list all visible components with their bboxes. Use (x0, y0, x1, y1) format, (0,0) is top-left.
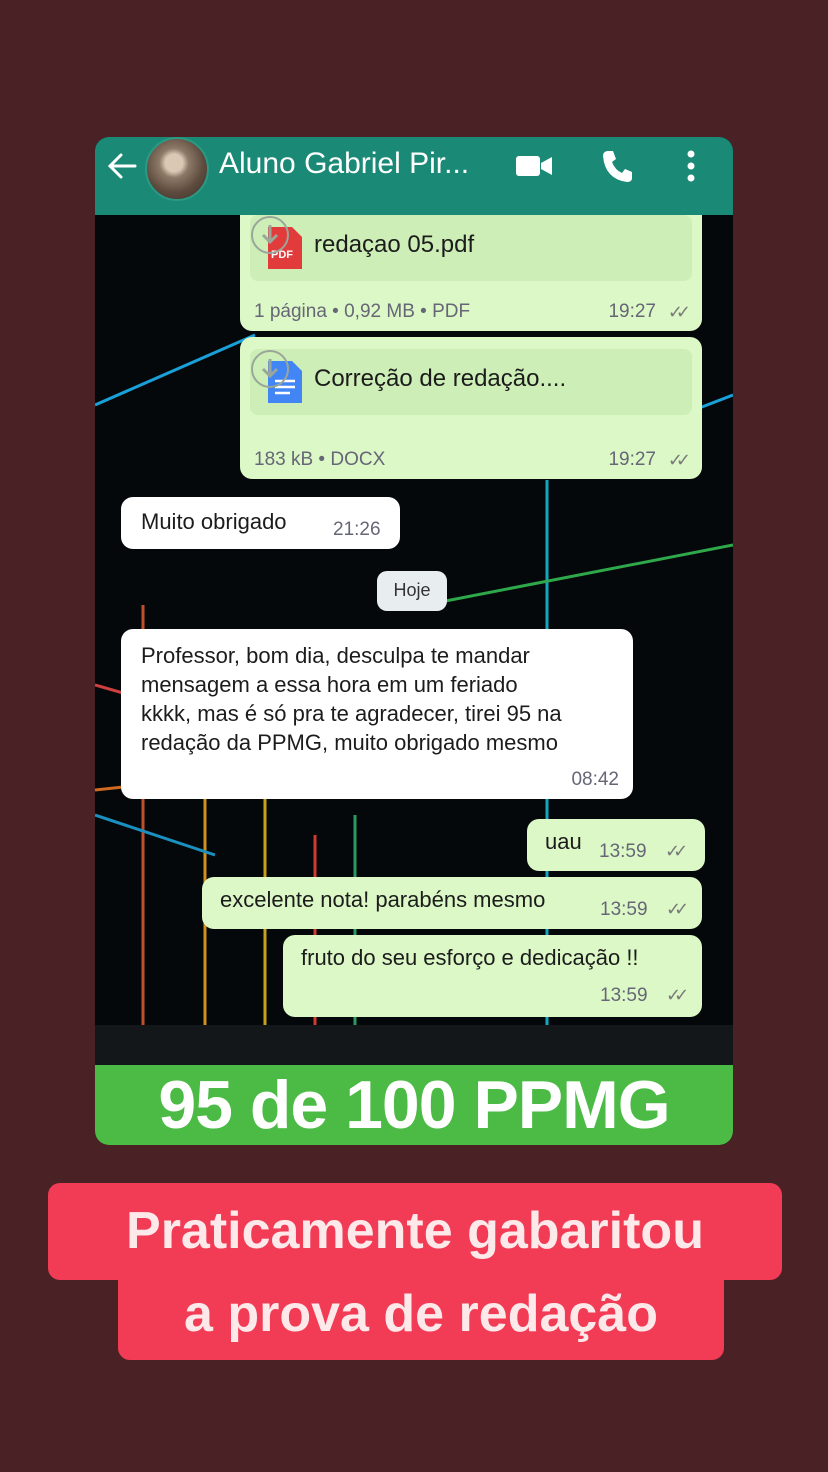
message-text-line: mensagem a essa hora em um feriado (141, 672, 518, 697)
message-time: 13:59 (600, 985, 648, 1006)
read-ticks-icon: ✓✓ (667, 450, 691, 470)
document-meta: 1 página • 0,92 MB • PDF (254, 301, 471, 322)
incoming-message[interactable]: Professor, bom dia, desculpa te mandar m… (121, 629, 633, 799)
read-ticks-icon: ✓✓ (666, 985, 689, 1005)
chat-screenshot: Aluno Gabriel Pir... PDF redaçao 05.pdf … (95, 137, 733, 1145)
download-icon[interactable] (250, 349, 290, 389)
message-text: Muito obrigado (141, 509, 287, 534)
message-text: fruto do seu esforço e dedicação !! (301, 945, 639, 970)
message-time: 13:59 (599, 841, 647, 862)
more-vert-icon[interactable] (685, 149, 697, 183)
document-message[interactable]: PDF redaçao 05.pdf 1 página • 0,92 MB • … (240, 215, 702, 331)
incoming-message[interactable]: Muito obrigado 21:26 (121, 497, 400, 549)
outgoing-message[interactable]: excelente nota! parabéns mesmo 13:59 ✓✓ (202, 877, 702, 929)
chat-header: Aluno Gabriel Pir... (95, 137, 733, 215)
document-preview: PDF redaçao 05.pdf (250, 215, 692, 281)
message-time: 08:42 (571, 769, 619, 790)
message-time: 19:27 (608, 449, 656, 470)
caption-line-2: a prova de redação (118, 1268, 724, 1360)
date-chip: Hoje (377, 571, 447, 611)
phone-icon[interactable] (601, 149, 633, 183)
read-ticks-icon: ✓✓ (666, 899, 689, 919)
document-meta: 183 kB • DOCX (254, 449, 386, 470)
avatar[interactable] (145, 137, 209, 201)
read-ticks-icon: ✓✓ (667, 302, 691, 322)
date-chip-label: Hoje (393, 580, 431, 600)
video-call-icon[interactable] (515, 153, 553, 179)
outgoing-message[interactable]: fruto do seu esforço e dedicação !! 13:5… (283, 935, 702, 1017)
document-message[interactable]: Correção de redação.... 183 kB • DOCX 19… (240, 337, 702, 479)
message-text-line: redação da PPMG, muito obrigado mesmo (141, 730, 558, 755)
outgoing-message[interactable]: uau 13:59 ✓✓ (527, 819, 705, 871)
document-name: redaçao 05.pdf (314, 231, 475, 258)
caption-line-1: Praticamente gabaritou (48, 1183, 782, 1280)
message-text-line: kkkk, mas é só pra te agradecer, tirei 9… (141, 701, 562, 726)
chat-wallpaper: PDF redaçao 05.pdf 1 página • 0,92 MB • … (95, 215, 733, 1065)
message-time: 21:26 (333, 519, 381, 540)
message-time: 19:27 (608, 301, 656, 322)
message-text: uau (545, 829, 582, 854)
document-preview: Correção de redação.... (250, 349, 692, 415)
read-ticks-icon: ✓✓ (665, 841, 688, 861)
document-name: Correção de redação.... (314, 365, 567, 392)
message-text: excelente nota! parabéns mesmo (220, 887, 546, 912)
score-banner: 95 de 100 PPMG (95, 1065, 733, 1145)
contact-name[interactable]: Aluno Gabriel Pir... (219, 147, 469, 181)
download-icon[interactable] (250, 215, 290, 255)
back-arrow-icon[interactable] (105, 151, 139, 181)
message-time: 13:59 (600, 899, 648, 920)
message-text-line: Professor, bom dia, desculpa te mandar (141, 643, 530, 668)
